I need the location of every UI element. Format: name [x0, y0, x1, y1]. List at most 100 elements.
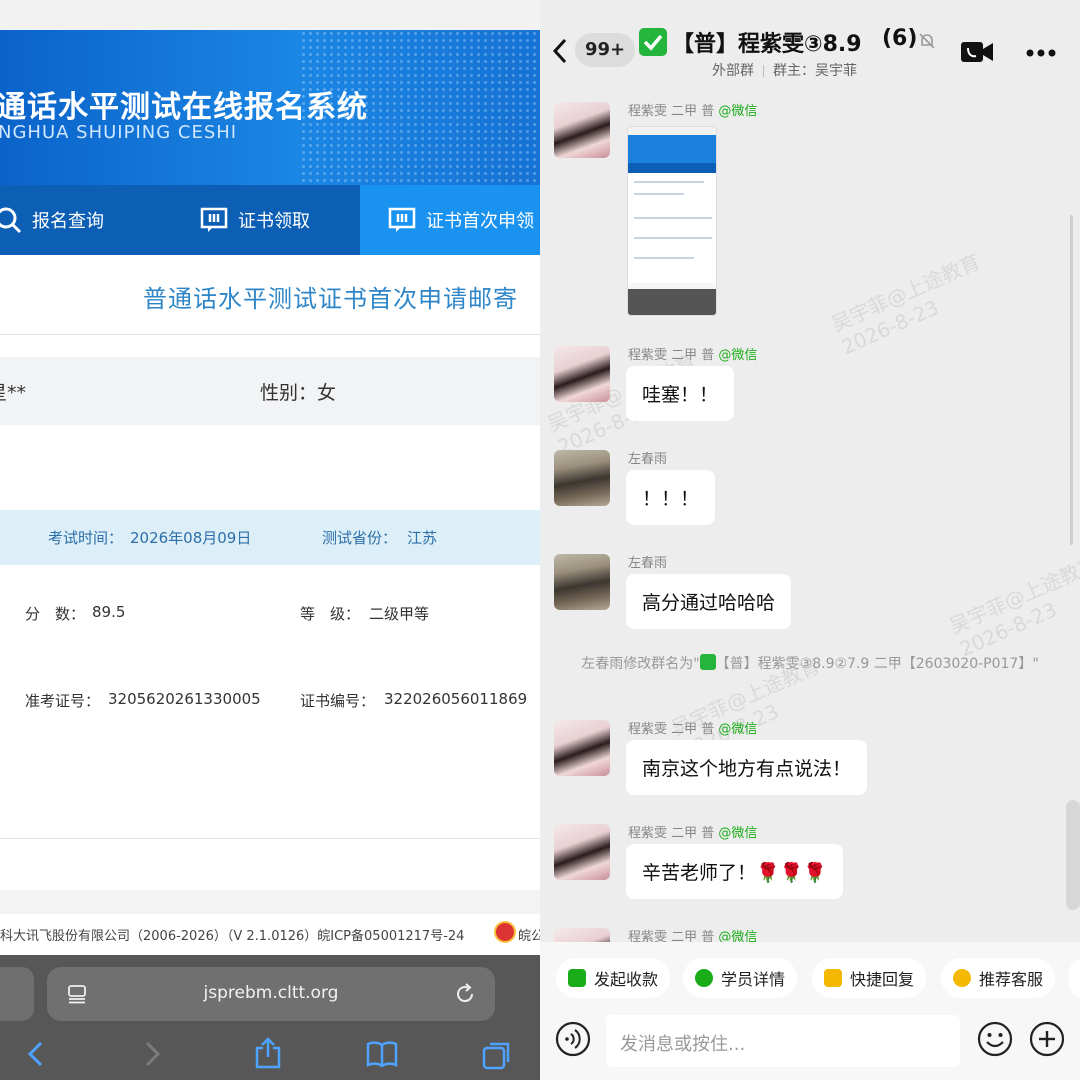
- plus-icon[interactable]: [1029, 1021, 1065, 1057]
- avatar[interactable]: [554, 824, 610, 880]
- thumb-line: [634, 257, 694, 259]
- avatar[interactable]: [554, 720, 610, 776]
- message-bubble[interactable]: 辛苦老师了！🌹🌹🌹: [626, 844, 843, 899]
- thumb-part: [628, 135, 716, 163]
- more-options-icon[interactable]: [1026, 49, 1056, 57]
- source-tag: @微信: [718, 348, 758, 363]
- level-label: 等 级：: [300, 605, 361, 623]
- back-arrow-icon[interactable]: [24, 1040, 48, 1068]
- site-nav: 报名查询 证书领取 证书首次申领: [0, 185, 540, 255]
- scrollbar-track[interactable]: [1070, 215, 1073, 545]
- avatar[interactable]: [554, 554, 610, 610]
- thumb-line: [634, 217, 712, 219]
- share-icon[interactable]: [254, 1037, 282, 1069]
- browser-toolbar: jsprebm.cltt.org: [0, 955, 540, 1080]
- thumb-part: [628, 127, 716, 135]
- thumb-part: [628, 173, 716, 283]
- message-bubble[interactable]: 南京这个地方有点说法！: [626, 740, 868, 795]
- divider: [0, 838, 540, 839]
- footer-tail: 皖公: [518, 929, 540, 944]
- quick-reply-button[interactable]: 快捷回复: [812, 958, 927, 998]
- avatar[interactable]: [554, 346, 610, 402]
- message-bubble[interactable]: 哇塞！！: [626, 366, 735, 421]
- source-tag: @微信: [718, 826, 758, 841]
- forward-arrow-icon[interactable]: [140, 1040, 164, 1068]
- ticket-value: 3205620261330005: [108, 690, 261, 708]
- sender-name: 程紫雯 二甲 普 @微信: [628, 822, 757, 841]
- unread-badge[interactable]: 99+: [575, 33, 636, 67]
- level-value: 二级甲等: [369, 605, 430, 623]
- tabs-icon[interactable]: [482, 1040, 512, 1070]
- recommend-service-button[interactable]: 推荐客服: [941, 958, 1056, 998]
- group-owner: 群主：吴宇菲: [773, 63, 857, 79]
- province-value: 江苏: [407, 529, 438, 547]
- message-input[interactable]: 发消息或按住...: [606, 1015, 960, 1067]
- message-bubble[interactable]: ！！！: [626, 470, 716, 525]
- chat-header: 99+ 【普】程紫雯③8.9 (6) 外部群 群主：吴宇菲: [540, 0, 1080, 82]
- nav-certificate-collect[interactable]: 证书领取: [200, 185, 360, 255]
- cert-value: 322026056011869: [384, 690, 528, 708]
- avatar[interactable]: [554, 102, 610, 158]
- bookmarks-icon[interactable]: [366, 1040, 398, 1068]
- sender-label: 程紫雯 二甲 普: [628, 348, 715, 363]
- search-icon: [0, 207, 22, 234]
- sender-name: 左春雨: [628, 556, 668, 571]
- mute-bell-icon: [919, 33, 935, 49]
- thumb-line: [634, 193, 684, 195]
- sender-name: 程紫雯 二甲 普 @微信: [628, 100, 757, 119]
- chat-box-icon: [200, 207, 228, 232]
- source-tag: @微信: [718, 104, 758, 119]
- back-chevron-icon[interactable]: [552, 38, 568, 64]
- system-message-body: 【普】程紫雯③8.9②7.9 二甲【2603020-P017】": [715, 656, 1039, 672]
- nav-label: 报名查询: [32, 211, 104, 232]
- address-bar[interactable]: jsprebm.cltt.org: [47, 967, 495, 1021]
- student-details-button[interactable]: 学员详情: [683, 958, 798, 998]
- score-label: 分 数：: [25, 605, 86, 623]
- start-payment-button[interactable]: 发起收款: [556, 958, 671, 998]
- sender-name: 程紫雯 二甲 普 @微信: [628, 344, 757, 363]
- sender-label: 程紫雯 二甲 普: [628, 826, 715, 841]
- exam-info-row: 考试时间： 2026年08月09日 测试省份： 江苏: [0, 510, 540, 565]
- separator: [763, 65, 764, 77]
- nav-label: 证书首次申领: [426, 211, 534, 232]
- chip-label: 学员详情: [721, 970, 786, 989]
- system-message: 左春雨修改群名为" 【普】程紫雯③8.9②7.9 二甲【2603020-P017】…: [580, 652, 1040, 676]
- quick-reply-icon: [824, 969, 842, 987]
- system-message-prefix: 左春雨修改群名为": [581, 656, 700, 672]
- checkmark-icon: [699, 654, 716, 670]
- score-value: 89.5: [92, 603, 126, 621]
- group-name[interactable]: 【普】程紫雯③8.9: [672, 26, 862, 58]
- reload-icon[interactable]: [453, 982, 477, 1006]
- footer-spacer: [0, 890, 540, 914]
- candidate-gender: 性别：女: [260, 382, 337, 404]
- video-call-icon[interactable]: [960, 40, 994, 64]
- site-subtitle: NGHUA SHUIPING CESHI: [0, 122, 238, 143]
- group-type: 外部群: [712, 63, 754, 79]
- more-actions-chip[interactable]: [1069, 958, 1080, 998]
- status-bar: [0, 0, 540, 30]
- person-icon: [695, 969, 713, 987]
- service-icon: [953, 969, 971, 987]
- thumb-part: [628, 163, 716, 173]
- message-bubble[interactable]: 高分通过哈哈哈: [626, 574, 792, 629]
- voice-input-icon[interactable]: [555, 1021, 591, 1057]
- cert-label: 证书编号：: [300, 692, 376, 710]
- police-emblem-icon: [494, 921, 516, 943]
- nav-certificate-first-apply[interactable]: 证书首次申领: [360, 185, 540, 255]
- ticket-label: 准考证号：: [25, 692, 101, 710]
- scroll-handle[interactable]: [1066, 800, 1080, 910]
- image-message-thumbnail[interactable]: [627, 126, 717, 316]
- chat-panel: 99+ 【普】程紫雯③8.9 (6) 外部群 群主：吴宇菲 吴宇菲@上途教育 202…: [540, 0, 1080, 1080]
- emoji-icon[interactable]: [977, 1021, 1013, 1057]
- url-text: jsprebm.cltt.org: [203, 983, 339, 1003]
- avatar[interactable]: [554, 450, 610, 506]
- group-member-count: (6): [882, 26, 918, 51]
- watermark: 吴宇菲@上途教育 2026-8-23: [944, 548, 1080, 661]
- chat-input-area: 发起收款 学员详情 快捷回复 推荐客服 发消息或按住...: [540, 942, 1080, 1080]
- page-header: 普通话水平测试证书首次申请邮寄: [0, 255, 540, 335]
- exam-time-value: 2026年08月09日: [130, 529, 252, 547]
- sender-label: 程紫雯 二甲 普: [628, 722, 715, 737]
- previous-tab-peek[interactable]: [0, 967, 34, 1021]
- nav-registration-query[interactable]: 报名查询: [0, 185, 180, 255]
- chat-box-icon: [388, 207, 416, 232]
